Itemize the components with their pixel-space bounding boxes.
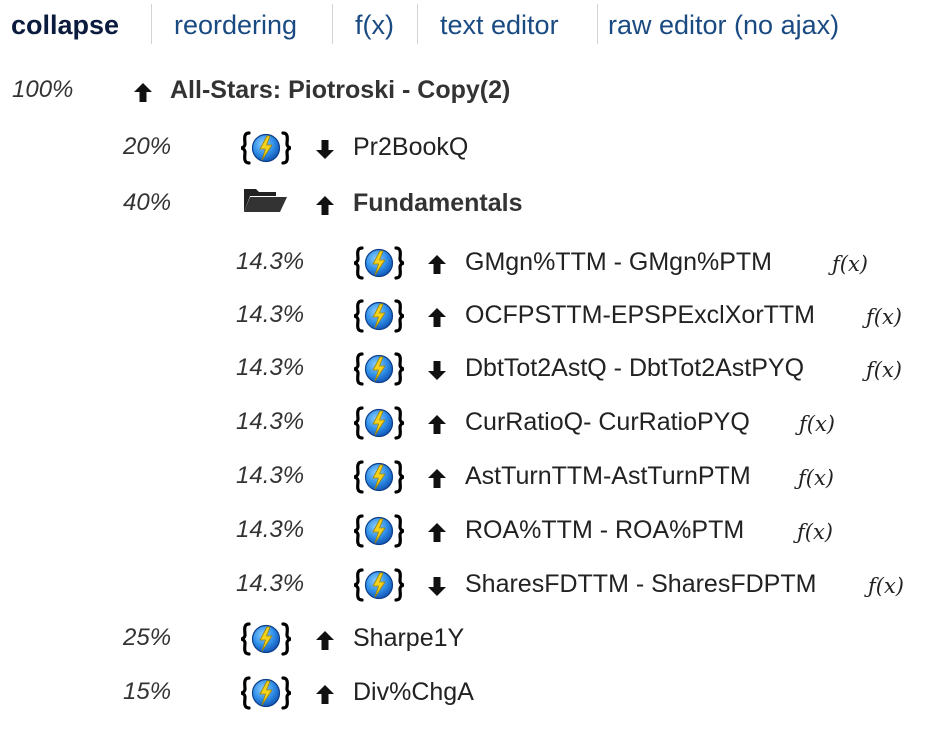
arrow-up-icon[interactable] — [315, 629, 335, 651]
node-label[interactable]: ROA%TTM - ROA%PTM — [465, 508, 744, 552]
text-editor-link[interactable]: text editor — [440, 6, 559, 44]
node-label[interactable]: Div%ChgA — [353, 670, 474, 714]
raw-editor-link[interactable]: raw editor (no ajax) — [608, 6, 839, 44]
node-weight: 25% — [123, 624, 172, 651]
arrow-up-icon[interactable] — [315, 683, 335, 705]
node-weight: 14.3% — [236, 516, 305, 543]
tree-node-row: 14.3% DbtTot2AstQ - DbtTot2AstPYQ ƒ(x) — [0, 346, 942, 390]
editor-toolbar: collapse reordering f(x) text editor raw… — [0, 0, 942, 52]
node-weight: 14.3% — [236, 248, 305, 275]
fx-link[interactable]: f(x) — [355, 6, 394, 44]
arrow-down-icon[interactable] — [427, 575, 447, 597]
tree-node-row: 14.3% GMgn%TTM - GMgn%PTM ƒ(x) — [0, 240, 942, 284]
node-label[interactable]: Sharpe1Y — [353, 616, 464, 660]
fx-icon[interactable]: ƒ(x) — [868, 564, 904, 608]
fx-icon[interactable]: ƒ(x) — [866, 348, 902, 392]
formula-globe-icon[interactable] — [353, 406, 405, 440]
arrow-up-icon[interactable] — [427, 253, 447, 275]
arrow-up-icon[interactable] — [315, 194, 335, 216]
arrow-down-icon[interactable] — [427, 359, 447, 381]
node-weight: 14.3% — [236, 408, 305, 435]
node-label[interactable]: GMgn%TTM - GMgn%PTM — [465, 240, 772, 284]
fx-icon[interactable]: ƒ(x) — [799, 402, 835, 446]
node-weight: 40% — [123, 189, 172, 216]
node-weight: 14.3% — [236, 354, 305, 381]
tree-node-row: 14.3% ROA%TTM - ROA%PTM ƒ(x) — [0, 508, 942, 552]
tree-node-row: 25% Sharpe1Y — [0, 616, 942, 660]
node-weight: 14.3% — [236, 462, 305, 489]
node-weight: 14.3% — [236, 570, 305, 597]
root-weight: 100% — [12, 76, 74, 103]
arrow-down-icon[interactable] — [315, 138, 335, 160]
tree-node-row: 14.3% OCFPSTTM-EPSPExclXorTTM ƒ(x) — [0, 293, 942, 337]
tree-folder-row: 40% Fundamentals — [0, 181, 942, 225]
formula-globe-icon[interactable] — [353, 514, 405, 548]
tree-node-row: 20% Pr2BookQ — [0, 125, 942, 169]
folder-open-icon[interactable] — [240, 182, 292, 216]
node-weight: 14.3% — [236, 301, 305, 328]
arrow-up-icon[interactable] — [133, 81, 153, 103]
formula-globe-icon[interactable] — [353, 568, 405, 602]
formula-globe-icon[interactable] — [240, 676, 292, 710]
fx-icon[interactable]: ƒ(x) — [797, 510, 833, 554]
formula-globe-icon[interactable] — [240, 622, 292, 656]
node-weight: 15% — [123, 678, 172, 705]
toolbar-divider — [597, 4, 598, 44]
tree-node-row: 14.3% AstTurnTTM-AstTurnPTM ƒ(x) — [0, 454, 942, 498]
node-label[interactable]: SharesFDTTM - SharesFDPTM — [465, 562, 816, 606]
formula-globe-icon[interactable] — [353, 246, 405, 280]
node-label[interactable]: OCFPSTTM-EPSPExclXorTTM — [465, 293, 815, 337]
node-weight: 20% — [123, 133, 172, 160]
collapse-tab[interactable]: collapse — [11, 6, 119, 44]
node-label[interactable]: AstTurnTTM-AstTurnPTM — [465, 454, 751, 498]
folder-label[interactable]: Fundamentals — [353, 181, 522, 225]
formula-globe-icon[interactable] — [353, 352, 405, 386]
arrow-up-icon[interactable] — [427, 413, 447, 435]
node-label[interactable]: Pr2BookQ — [353, 125, 468, 169]
arrow-up-icon[interactable] — [427, 521, 447, 543]
tree-node-row: 14.3% CurRatioQ- CurRatioPYQ ƒ(x) — [0, 400, 942, 444]
fx-icon[interactable]: ƒ(x) — [866, 295, 902, 339]
toolbar-divider — [151, 4, 152, 44]
arrow-up-icon[interactable] — [427, 467, 447, 489]
toolbar-divider — [332, 4, 333, 44]
toolbar-divider — [417, 4, 418, 44]
root-label[interactable]: All-Stars: Piotroski - Copy(2) — [170, 68, 510, 112]
tree-node-row: 14.3% SharesFDTTM - SharesFDPTM ƒ(x) — [0, 562, 942, 606]
fx-icon[interactable]: ƒ(x) — [832, 242, 868, 286]
arrow-up-icon[interactable] — [427, 306, 447, 328]
formula-globe-icon[interactable] — [353, 460, 405, 494]
reordering-link[interactable]: reordering — [174, 6, 297, 44]
node-label[interactable]: CurRatioQ- CurRatioPYQ — [465, 400, 750, 444]
formula-globe-icon[interactable] — [240, 131, 292, 165]
fx-icon[interactable]: ƒ(x) — [798, 456, 834, 500]
node-label[interactable]: DbtTot2AstQ - DbtTot2AstPYQ — [465, 346, 804, 390]
tree-node-row: 15% Div%ChgA — [0, 670, 942, 714]
formula-globe-icon[interactable] — [353, 299, 405, 333]
tree-root-row: 100% All-Stars: Piotroski - Copy(2) — [0, 68, 942, 112]
